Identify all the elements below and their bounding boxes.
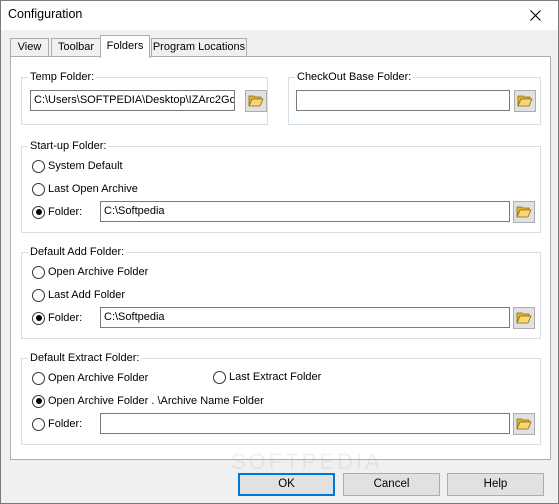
tab-folders[interactable]: Folders <box>100 35 150 58</box>
radio-label: Folder: <box>48 312 83 324</box>
close-button[interactable] <box>512 1 558 30</box>
extract-folder-group: Default Extract Folder: Open Archive Fol… <box>21 351 541 445</box>
radio-label: Open Archive Folder . \Archive Name Fold… <box>48 395 264 407</box>
radio-button-selected[interactable] <box>32 205 45 219</box>
add-folder-option[interactable]: Folder: <box>32 310 82 326</box>
radio-button[interactable] <box>32 417 45 431</box>
radio-label: Open Archive Folder <box>48 372 149 384</box>
add-open-archive-folder-option[interactable]: Open Archive Folder <box>32 264 148 280</box>
startup-system-default-option[interactable]: System Default <box>32 158 123 174</box>
radio-label: Folder: <box>48 206 83 218</box>
add-folder-group: Default Add Folder: Open Archive Folder … <box>21 245 541 339</box>
radio-label: System Default <box>48 160 123 172</box>
ok-button[interactable]: OK <box>238 473 335 496</box>
startup-folder-browse-button[interactable] <box>513 201 535 223</box>
startup-folder-option[interactable]: Folder: <box>32 204 82 220</box>
tab-program-locations[interactable]: Program Locations <box>151 38 247 57</box>
radio-label: Last Add Folder <box>48 289 126 301</box>
temp-folder-title: Temp Folder: <box>28 70 97 84</box>
help-button[interactable]: Help <box>447 473 544 496</box>
add-folder-browse-button[interactable] <box>513 307 535 329</box>
temp-folder-browse-button[interactable] <box>245 90 267 112</box>
watermark: SOFTPEDIA <box>231 449 383 474</box>
temp-folder-input[interactable]: C:\Users\SOFTPEDIA\Desktop\IZArc2Go <box>30 90 235 111</box>
extract-folder-title: Default Extract Folder: <box>28 351 142 365</box>
add-folder-title: Default Add Folder: <box>28 245 127 259</box>
radio-label: Folder: <box>48 418 83 430</box>
folders-panel: Temp Folder: C:\Users\SOFTPEDIA\Desktop\… <box>10 56 551 474</box>
configuration-window: Configuration View Toolbar Folders Progr… <box>0 0 559 504</box>
radio-button-selected[interactable] <box>32 311 45 325</box>
cancel-button[interactable]: Cancel <box>343 473 440 496</box>
tab-toolbar[interactable]: Toolbar <box>51 38 101 57</box>
folder-open-icon <box>516 206 532 218</box>
startup-folder-input[interactable]: C:\Softpedia <box>100 201 510 222</box>
add-folder-input[interactable]: C:\Softpedia <box>100 307 510 328</box>
radio-label: Last Open Archive <box>48 183 138 195</box>
checkout-folder-group: CheckOut Base Folder: <box>288 70 541 125</box>
extract-folder-browse-button[interactable] <box>513 413 535 435</box>
extract-folder-input[interactable] <box>100 413 510 434</box>
folder-open-icon <box>248 95 264 107</box>
startup-last-open-archive-option[interactable]: Last Open Archive <box>32 181 138 197</box>
folder-open-icon <box>516 312 532 324</box>
startup-folder-title: Start-up Folder: <box>28 139 109 153</box>
radio-button[interactable] <box>32 288 45 302</box>
radio-button-selected[interactable] <box>32 394 45 408</box>
folder-open-icon <box>517 95 533 107</box>
radio-label: Open Archive Folder <box>48 266 149 278</box>
extract-folder-option[interactable]: Folder: <box>32 416 82 432</box>
radio-button[interactable] <box>32 182 45 196</box>
radio-label: Last Extract Folder <box>229 371 322 383</box>
radio-button[interactable] <box>32 159 45 173</box>
radio-button[interactable] <box>32 371 45 385</box>
checkout-folder-title: CheckOut Base Folder: <box>295 70 414 84</box>
extract-archive-name-folder-option[interactable]: Open Archive Folder . \Archive Name Fold… <box>32 393 264 409</box>
radio-button[interactable] <box>32 265 45 279</box>
close-icon <box>529 10 541 21</box>
add-last-add-folder-option[interactable]: Last Add Folder <box>32 287 125 303</box>
extract-open-archive-folder-option[interactable]: Open Archive Folder <box>32 370 148 386</box>
folder-open-icon <box>516 418 532 430</box>
tab-view[interactable]: View <box>10 38 49 57</box>
startup-folder-group: Start-up Folder: System Default Last Ope… <box>21 139 541 233</box>
title-bar: Configuration <box>1 1 558 30</box>
temp-folder-group: Temp Folder: C:\Users\SOFTPEDIA\Desktop\… <box>21 70 268 125</box>
radio-button[interactable] <box>213 370 226 384</box>
extract-last-extract-folder-option[interactable]: Last Extract Folder <box>213 369 321 385</box>
checkout-folder-browse-button[interactable] <box>514 90 536 112</box>
window-title: Configuration <box>8 7 83 21</box>
checkout-folder-input[interactable] <box>296 90 510 111</box>
